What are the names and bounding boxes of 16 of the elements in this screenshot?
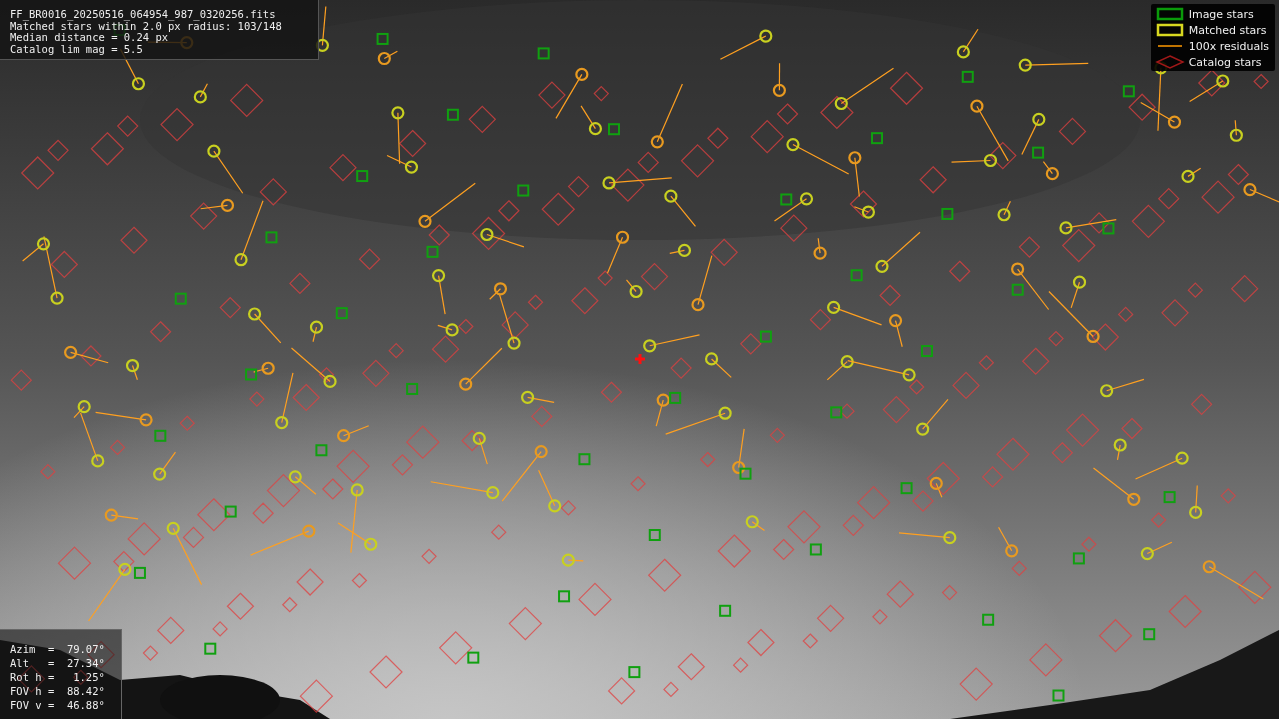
pointing-text: Azim = 79.07°	[10, 642, 106, 656]
info-text: Median distance = 0.24 px	[10, 32, 169, 44]
rectangle-outline-icon	[1154, 7, 1185, 21]
pointing-text: Rot h = 1.25°	[10, 670, 106, 684]
rectangle-outline-icon	[1154, 23, 1185, 37]
info-text: Catalog lim mag = 5.5	[10, 43, 144, 55]
pointing-text: FOV h = 88.42°	[10, 684, 106, 698]
legend-label: 100x residuals	[1188, 39, 1269, 53]
legend-label: Matched stars	[1188, 23, 1267, 37]
legend-label: Image stars	[1188, 7, 1254, 21]
pointing-text: FOV v = 46.88°	[10, 698, 106, 712]
info-text: FF_BR0016_20250516_064954_987_0320256.fits	[10, 9, 277, 21]
legend-label: Catalog stars	[1188, 55, 1262, 69]
diamond-icon	[1154, 55, 1185, 69]
info-text: Matched stars within 2.0 px radius: 103/148	[10, 20, 283, 32]
pointing-text: Alt = 27.34°	[10, 656, 106, 670]
